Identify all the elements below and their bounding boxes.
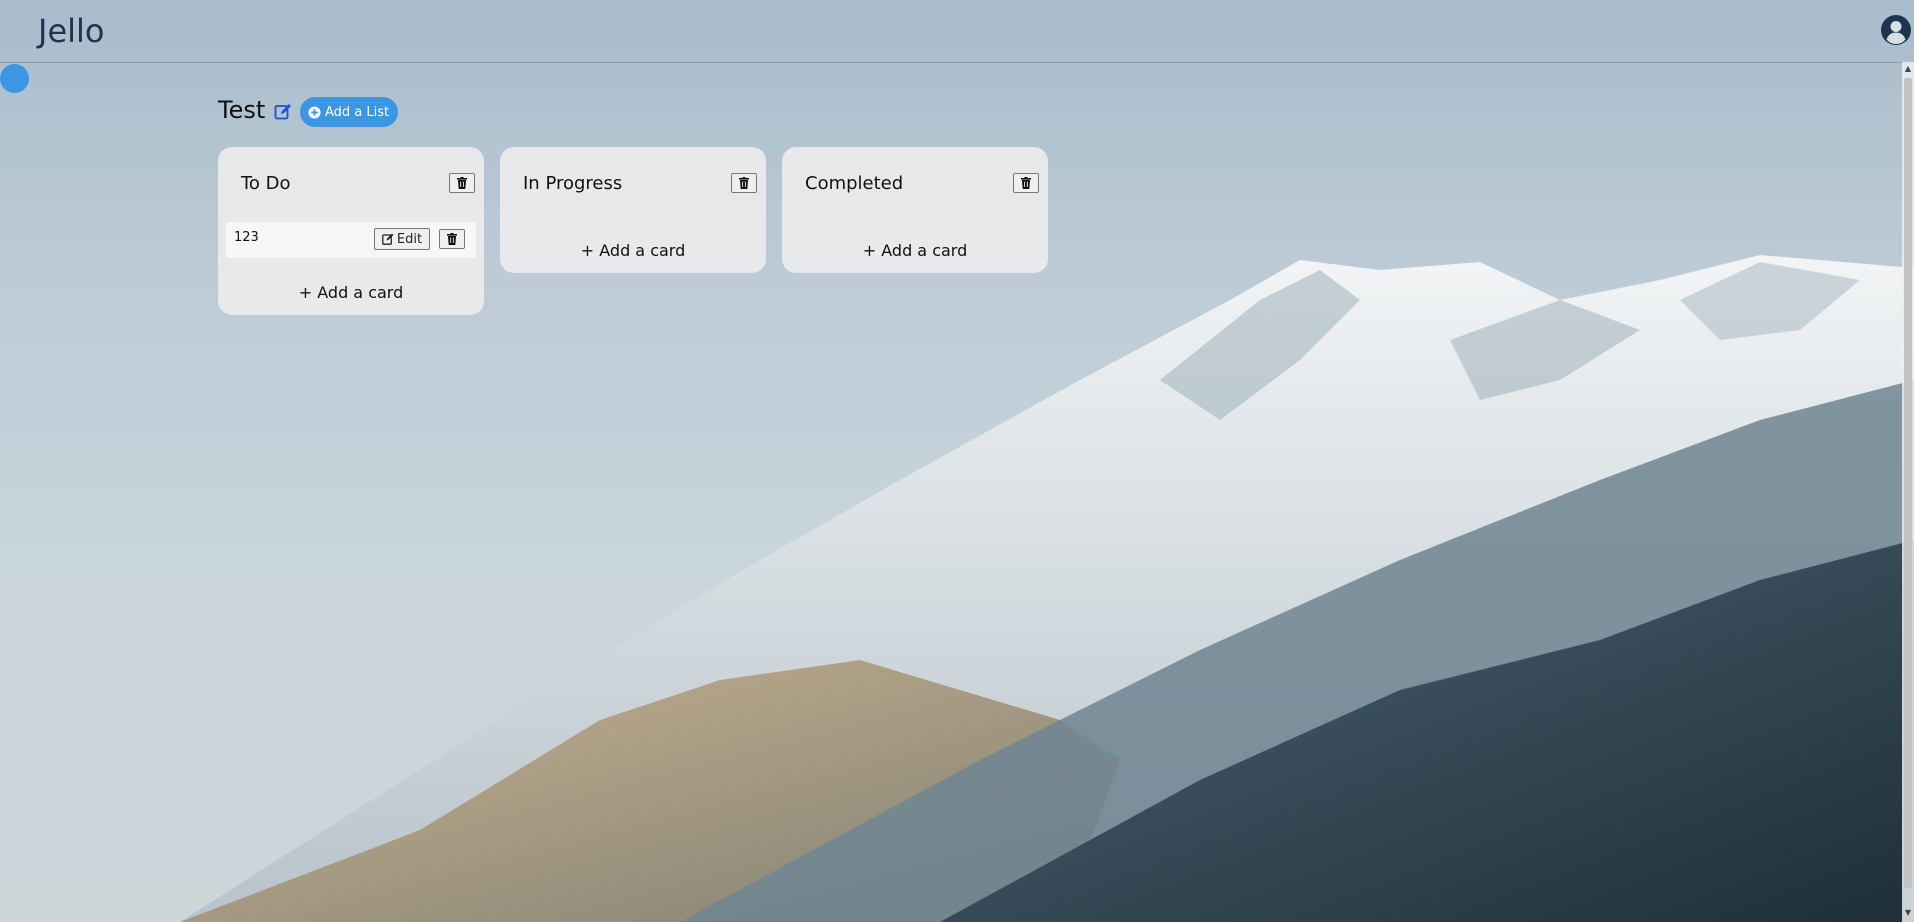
edit-card-button[interactable]: Edit	[374, 228, 430, 250]
scrollbar-thumb[interactable]	[1904, 78, 1912, 888]
list-title: In Progress	[523, 173, 623, 194]
board-title: Test	[218, 96, 266, 124]
delete-card-button[interactable]	[439, 229, 465, 249]
user-circle-icon[interactable]	[1880, 14, 1912, 46]
add-card-button[interactable]: + Add a card	[218, 283, 484, 302]
delete-list-button[interactable]	[1013, 173, 1039, 193]
trash-icon	[1021, 177, 1031, 189]
mountain-background-image	[180, 255, 1914, 922]
add-card-button[interactable]: + Add a card	[782, 241, 1048, 260]
trash-icon	[447, 233, 457, 245]
delete-list-button[interactable]	[731, 173, 757, 193]
add-list-button[interactable]: Add a List	[300, 97, 399, 127]
list-to-do: To Do 123 Edit + Add a card	[218, 147, 484, 315]
top-navbar: Jello	[0, 0, 1914, 63]
app-brand-logo[interactable]: Jello	[38, 12, 104, 50]
list-title: Completed	[805, 173, 904, 194]
add-card-button[interactable]: + Add a card	[500, 241, 766, 260]
add-list-label: Add a List	[325, 104, 390, 120]
app-page: Jello Test Add a List To Do 123 Edit + A…	[0, 0, 1914, 922]
card-text: 123	[234, 230, 259, 245]
card-item[interactable]: 123 Edit	[226, 222, 476, 258]
trash-icon	[739, 177, 749, 189]
list-title: To Do	[241, 173, 291, 194]
scroll-up-arrow-icon[interactable]: ▲	[1903, 64, 1913, 73]
scroll-down-arrow-icon[interactable]: ▼	[1903, 908, 1913, 917]
edit-card-label: Edit	[396, 231, 423, 247]
page-scrollbar[interactable]: ▲ ▼	[1902, 62, 1914, 922]
delete-list-button[interactable]	[449, 173, 475, 193]
trash-icon	[457, 177, 467, 189]
pencil-square-icon	[382, 233, 394, 245]
plus-circle-icon	[308, 105, 321, 119]
edit-board-pencil-icon[interactable]	[274, 103, 292, 121]
list-completed: Completed + Add a card	[782, 147, 1048, 273]
cursor-indicator-dot	[0, 64, 29, 93]
list-in-progress: In Progress + Add a card	[500, 147, 766, 273]
